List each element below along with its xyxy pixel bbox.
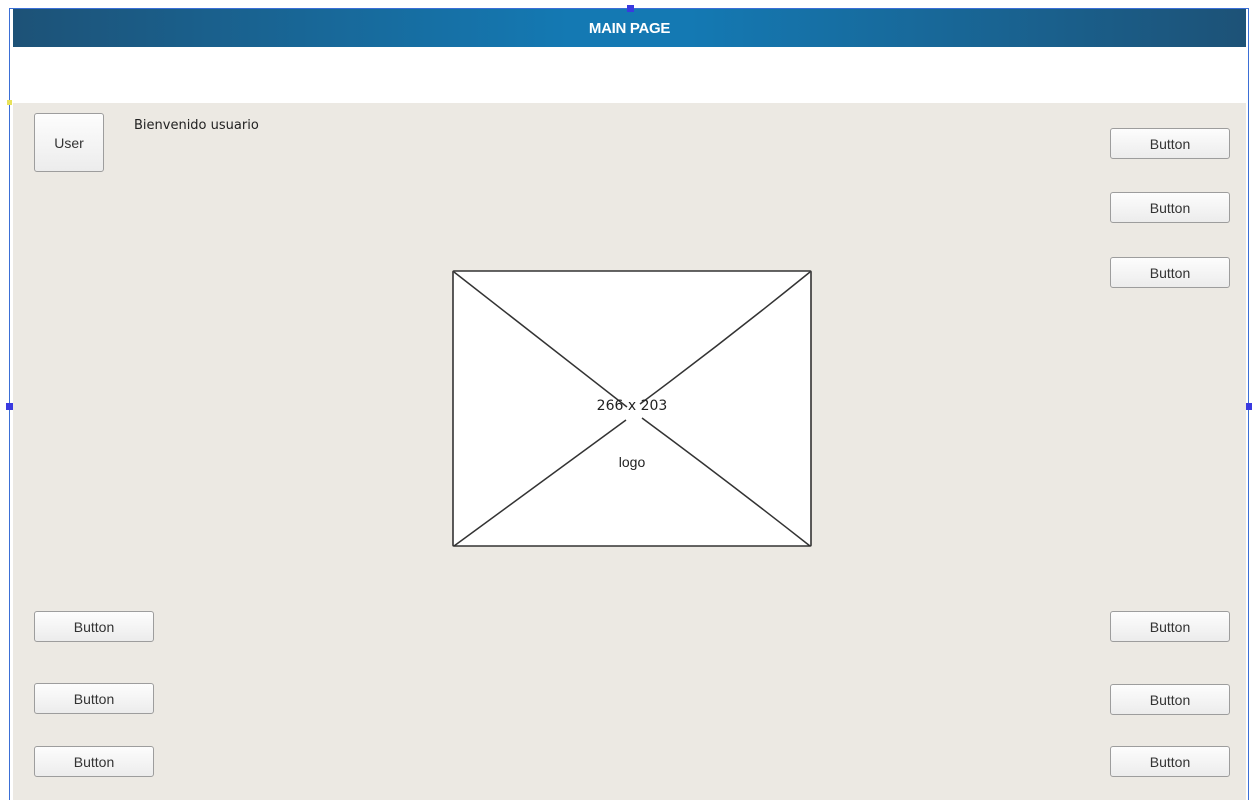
user-button[interactable]: User [34,113,104,172]
right-bottom-button-2[interactable]: Button [1110,684,1230,715]
wireframe-page: MAIN PAGE User Bienvenido usuario Button… [0,0,1252,800]
left-bottom-button-1[interactable]: Button [34,611,154,642]
right-top-button-2[interactable]: Button [1110,192,1230,223]
right-top-button-3[interactable]: Button [1110,257,1230,288]
page-title-bar: MAIN PAGE [13,9,1246,47]
logo-image-placeholder: 266 x 203 logo [451,270,813,548]
welcome-text: Bienvenido usuario [134,118,259,133]
resize-handle-top[interactable] [627,5,634,12]
left-bottom-button-3[interactable]: Button [34,746,154,777]
page-title: MAIN PAGE [588,19,671,37]
anchor-handle[interactable] [7,100,12,105]
resize-handle-right[interactable] [1246,403,1252,410]
placeholder-caption: logo [618,454,646,470]
right-bottom-button-1[interactable]: Button [1110,611,1230,642]
right-bottom-button-3[interactable]: Button [1110,746,1230,777]
header-spacer [13,47,1246,103]
resize-handle-left[interactable] [6,403,13,410]
placeholder-size-label: 266 x 203 [596,398,668,414]
right-top-button-1[interactable]: Button [1110,128,1230,159]
left-bottom-button-2[interactable]: Button [34,683,154,714]
